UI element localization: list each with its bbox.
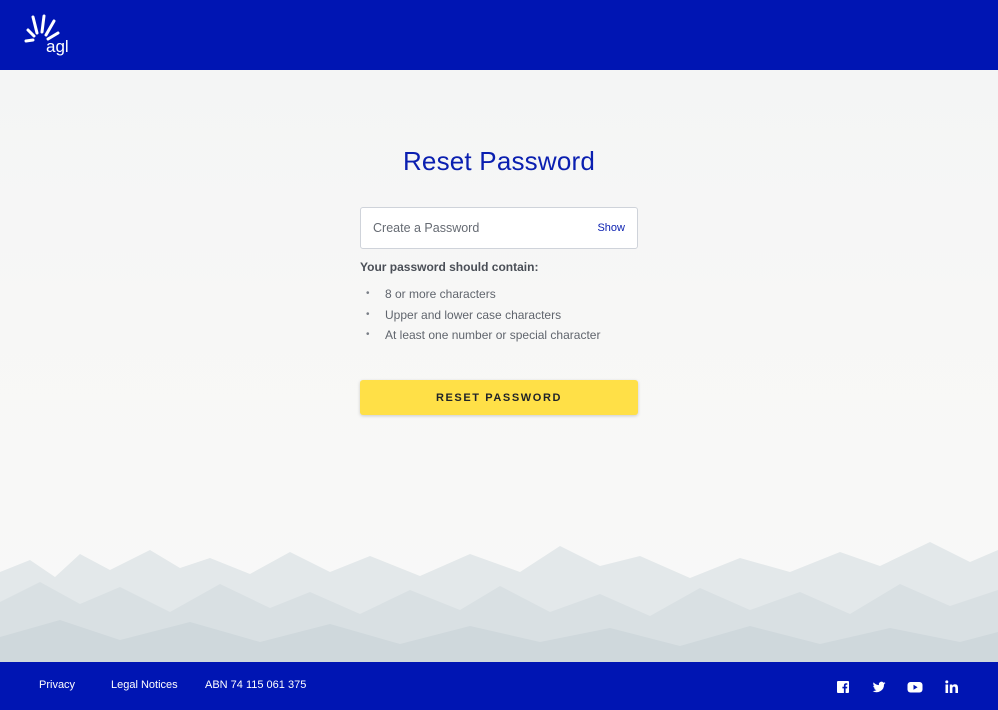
password-field: Show	[360, 207, 638, 249]
requirement-text: 8 or more characters	[385, 287, 496, 301]
page-title: Reset Password	[402, 146, 596, 176]
requirement-text: Upper and lower case characters	[385, 307, 562, 322]
password-input[interactable]	[361, 208, 591, 248]
bullet-icon: •	[366, 288, 370, 299]
requirement-text: At least one number or special character	[385, 328, 601, 342]
agl-sun-logo-icon: agl	[24, 14, 69, 56]
bullet-icon: •	[366, 308, 370, 320]
mountain-background	[0, 542, 998, 662]
footer-abn: ABN 74 115 061 375	[205, 679, 307, 691]
requirement-item: • At least one number or special charact…	[366, 327, 600, 348]
footer-link-legal-notices[interactable]: Legal Notices	[111, 679, 178, 691]
footer-link-privacy[interactable]: Privacy	[39, 679, 75, 691]
show-password-button[interactable]: Show	[597, 220, 625, 236]
site-footer: Privacy Legal Notices ABN 74 115 061 375	[0, 662, 998, 710]
main-content: Reset Password Show Your password should…	[0, 70, 998, 662]
site-header: agl	[0, 0, 998, 70]
youtube-icon[interactable]	[907, 679, 923, 695]
requirements-heading: Your password should contain:	[360, 260, 539, 274]
bullet-icon: •	[366, 329, 370, 340]
twitter-icon[interactable]	[871, 679, 887, 695]
facebook-icon[interactable]	[835, 679, 851, 695]
agl-logo[interactable]: agl	[24, 12, 76, 58]
brand-wordmark: agl	[46, 37, 69, 56]
linkedin-icon[interactable]	[944, 679, 960, 695]
requirement-item: • Upper and lower case characters	[366, 307, 600, 328]
reset-password-button[interactable]: RESET PASSWORD	[360, 380, 638, 415]
requirements-list: • 8 or more characters • Upper and lower…	[366, 286, 600, 348]
requirement-item: • 8 or more characters	[366, 286, 600, 307]
